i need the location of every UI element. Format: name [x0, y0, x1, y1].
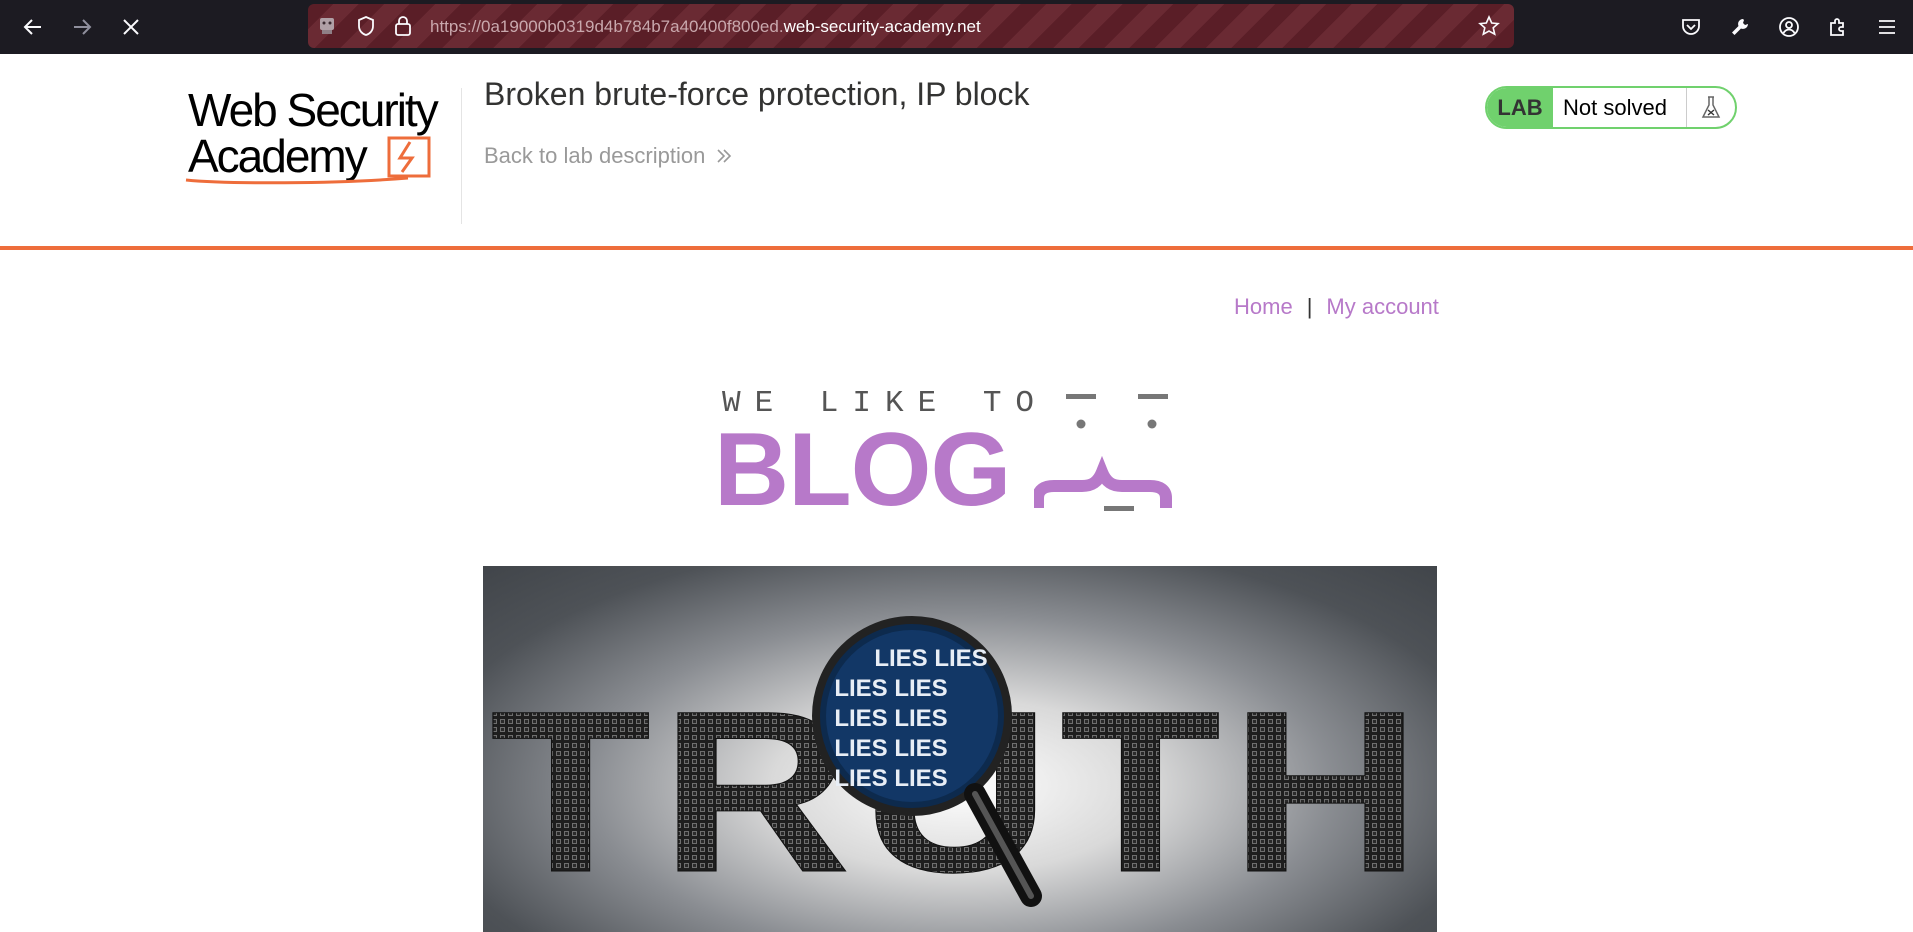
logo-line1: Web Security [188, 84, 439, 136]
double-chevron-right-icon [717, 149, 732, 163]
web-security-academy-logo[interactable]: Web Security Academy [184, 84, 464, 204]
url-prefix: https://0a19000b0319d4b784b7a40400f800ed… [430, 17, 784, 36]
menu-icon[interactable] [1871, 11, 1903, 43]
lens-word-8: LIES [894, 735, 947, 762]
lab-title: Broken brute-force protection, IP block [484, 76, 1030, 112]
lens-word-7: LIES [834, 735, 887, 762]
lens-word-6: LIES [894, 705, 947, 732]
bookmark-star-icon[interactable] [1478, 15, 1500, 37]
back-arrow-icon[interactable] [17, 11, 49, 43]
extensions-icon[interactable] [1822, 11, 1854, 43]
lab-status-text: Not solved [1553, 88, 1687, 127]
blog-hero-image: TRUTH LIES LIES LIES LIES LIES LIES LIES… [483, 566, 1437, 932]
burp-proxy-icon[interactable] [316, 15, 338, 37]
lab-badge: LAB [1487, 88, 1553, 127]
flask-icon [1687, 88, 1735, 127]
my-account-link[interactable]: My account [1326, 294, 1439, 319]
logo-divider [461, 88, 462, 224]
address-bar[interactable]: https://0a19000b0319d4b784b7a40400f800ed… [308, 4, 1514, 48]
site-nav: Home | My account [1234, 294, 1439, 320]
browser-toolbar: https://0a19000b0319d4b784b7a40400f800ed… [0, 0, 1913, 54]
url-domain: web-security-academy.net [783, 17, 981, 36]
blog-word: BLOG [714, 412, 1011, 528]
nav-separator: | [1306, 294, 1313, 319]
pocket-icon[interactable] [1675, 11, 1707, 43]
back-to-lab-description-link[interactable]: Back to lab description [484, 143, 733, 169]
account-icon[interactable] [1773, 11, 1805, 43]
lens-word-2: LIES [934, 645, 987, 672]
wrench-icon[interactable] [1724, 11, 1756, 43]
lab-status-widget: LAB Not solved [1485, 86, 1737, 129]
lens-word-5: LIES [834, 705, 887, 732]
lab-header: Web Security Academy Broken brute-force … [0, 54, 1913, 250]
lock-icon[interactable] [392, 15, 414, 37]
lens-word-1: LIES [874, 645, 927, 672]
shield-icon[interactable] [355, 15, 377, 37]
blog-face-icon [1034, 394, 1172, 511]
lens-word-4: LIES [894, 675, 947, 702]
forward-arrow-icon[interactable] [66, 11, 98, 43]
lens-word-3: LIES [834, 675, 887, 702]
back-link-label: Back to lab description [484, 143, 706, 168]
stop-loading-icon[interactable] [115, 11, 147, 43]
lens-word-10: LIES [894, 765, 947, 792]
url-text: https://0a19000b0319d4b784b7a40400f800ed… [430, 17, 981, 37]
lens-word-9: LIES [834, 765, 887, 792]
home-link[interactable]: Home [1234, 294, 1293, 319]
logo-line2: Academy [188, 130, 368, 182]
